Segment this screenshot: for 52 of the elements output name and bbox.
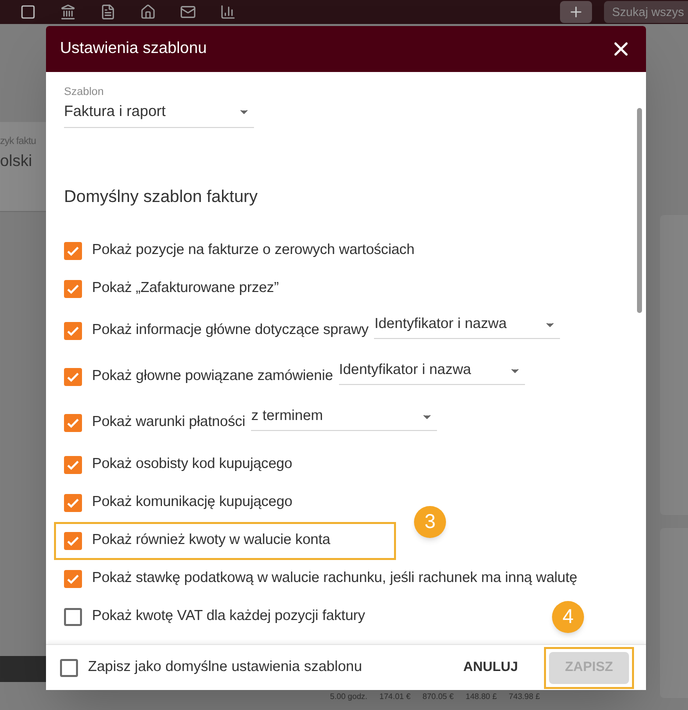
mail-icon[interactable]	[180, 4, 196, 20]
add-button[interactable]	[560, 1, 592, 23]
option-label: Pokaż stawkę podatkową w walucie rachunku, jeśli rachunek ma inną walutę	[92, 568, 578, 588]
step-badge: 4	[552, 600, 584, 632]
section-heading: Domyślny szablon faktury	[64, 186, 259, 208]
option-label: Pokaż komunikację kupującego	[92, 492, 292, 512]
checkbox[interactable]	[64, 570, 82, 588]
select-value: Identyfikator i nazwa	[374, 314, 507, 334]
select-label: Szablon	[64, 85, 105, 100]
option-select[interactable]: Identyfikator i nazwa	[374, 314, 560, 340]
checkbox[interactable]	[64, 414, 82, 432]
cancel-button[interactable]: ANULUJ	[455, 652, 526, 684]
home-icon[interactable]	[140, 4, 156, 20]
option-label: Pokaż pozycje na fakturze o zerowych wartościach	[92, 240, 414, 260]
option-label: Pokaż osobisty kod kupującego	[92, 454, 292, 474]
table-cell: 743.98 £	[508, 691, 540, 703]
option-select[interactable]: z terminem	[251, 406, 438, 432]
bank-icon[interactable]	[60, 4, 76, 20]
checkbox[interactable]	[64, 456, 82, 474]
select-value: z terminem	[251, 406, 323, 426]
checkbox-label: Zapisz jako domyślne ustawienia szablonu	[88, 658, 362, 677]
option-label: Pokaż kwotę VAT dla każdej pozycji faktury	[92, 606, 366, 626]
checkbox[interactable]	[64, 280, 82, 298]
plus-icon	[568, 4, 584, 20]
select-value: Identyfikator i nazwa	[338, 360, 472, 380]
checkbox[interactable]	[64, 532, 82, 550]
option-label: Pokaż informacje główne dotyczące sprawy	[92, 320, 368, 340]
document-icon[interactable]	[100, 4, 116, 20]
option-label: Pokaż głowne powiązane zamówienie	[92, 366, 333, 386]
select-value: Faktura i raport	[64, 102, 166, 122]
table-bar	[0, 656, 46, 682]
field-value: olski	[0, 152, 32, 172]
dialog-title: Ustawienia szablonu	[60, 39, 207, 59]
chart-icon[interactable]	[220, 4, 236, 20]
checkbox[interactable]	[60, 658, 78, 676]
template-select[interactable]: Szablon Faktura i raport	[64, 84, 254, 128]
checkbox[interactable]	[64, 242, 82, 260]
table-cell: 148.80 £	[466, 691, 497, 703]
option-label: Pokaż „Zafakturowane przez”	[92, 278, 279, 298]
checkbox[interactable]	[64, 494, 82, 512]
table-cell: 174.01 €	[379, 691, 411, 703]
option-label: Pokaż również kwoty w walucie konta	[92, 530, 330, 550]
table-cell: 5.00 godz.	[330, 691, 368, 703]
checkbox[interactable]	[64, 368, 82, 386]
table-cell: 870.05 €	[422, 691, 454, 703]
option-select[interactable]: Identyfikator i nazwa	[338, 360, 525, 386]
option-label: Pokaż warunki płatności	[92, 412, 246, 432]
step-badge: 3	[414, 506, 446, 538]
checkbox[interactable]	[64, 608, 82, 626]
checkbox[interactable]	[64, 322, 82, 340]
scrollbar-thumb[interactable]	[637, 108, 642, 313]
search-field[interactable]: Szukaj wszys	[604, 1, 688, 23]
